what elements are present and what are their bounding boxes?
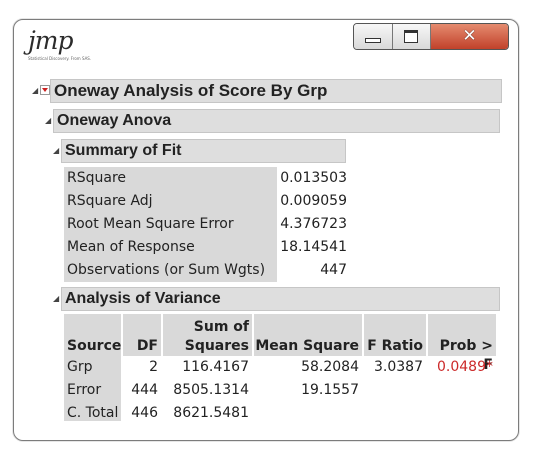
f-header-cell: F Ratio bbox=[364, 314, 426, 356]
source-cell: C. Total bbox=[67, 405, 119, 421]
fit-label: RSquare Adj bbox=[64, 190, 277, 213]
source-column: Source Grp Error C. Total bbox=[64, 314, 121, 421]
table-row: Mean of Response 18.14541 bbox=[64, 236, 350, 259]
df-header: DF bbox=[136, 338, 158, 354]
summary-title: Summary of Fit bbox=[65, 142, 182, 159]
table-row: RSquare Adj 0.009059 bbox=[64, 190, 350, 213]
report-title: Oneway Analysis of Score By Grp bbox=[54, 81, 328, 100]
maximize-icon bbox=[404, 30, 419, 43]
fit-label: Mean of Response bbox=[64, 236, 277, 259]
table-row: Observations (or Sum Wgts) 447 bbox=[64, 259, 350, 282]
close-icon: ✕ bbox=[462, 26, 477, 46]
ms-cell: 19.1557 bbox=[301, 382, 359, 398]
ss-header-cell: Sum of Squares bbox=[163, 314, 252, 356]
ss-header-line1: Sum of bbox=[193, 319, 249, 335]
ss-cell: 8621.5481 bbox=[173, 405, 249, 421]
df-header-cell: DF bbox=[123, 314, 161, 356]
jmp-logo: jmp Statistical Discovery. From SAS. bbox=[28, 26, 91, 66]
fit-value: 0.013503 bbox=[280, 170, 347, 186]
disclosure-icon[interactable]: ◢ bbox=[53, 146, 59, 155]
fit-label: RSquare bbox=[64, 167, 277, 190]
ss-cell: 8505.1314 bbox=[173, 382, 249, 398]
disclosure-icon[interactable]: ◢ bbox=[53, 294, 59, 303]
title-bar: jmp Statistical Discovery. From SAS. ✕ bbox=[14, 20, 518, 78]
logo-text: jmp bbox=[28, 26, 73, 55]
ss-cell: 116.4167 bbox=[182, 359, 249, 375]
anova-title: Oneway Anova bbox=[57, 112, 172, 129]
oneway-analysis-header[interactable]: Oneway Analysis of Score By Grp bbox=[50, 79, 502, 103]
minimize-button[interactable] bbox=[354, 24, 393, 49]
ms-header-cell: Mean Square bbox=[254, 314, 362, 356]
disclosure-icon[interactable]: ◢ bbox=[32, 86, 38, 95]
analysis-of-variance-header[interactable]: Analysis of Variance bbox=[61, 287, 500, 311]
df-cell: 446 bbox=[131, 405, 158, 421]
source-header: Source bbox=[67, 338, 122, 354]
p-value-cell: 0.0489* bbox=[437, 359, 493, 375]
fit-label: Root Mean Square Error bbox=[64, 213, 277, 236]
fit-value: 447 bbox=[320, 262, 347, 278]
source-cell: Grp bbox=[67, 359, 93, 375]
ms-cell: 58.2084 bbox=[301, 359, 359, 375]
red-triangle-menu-icon[interactable] bbox=[40, 85, 50, 95]
f-cell: 3.0387 bbox=[374, 359, 423, 375]
window-controls: ✕ bbox=[353, 23, 509, 50]
p-header-cell: Prob > F bbox=[428, 314, 496, 373]
df-cell: 444 bbox=[131, 382, 158, 398]
f-header: F Ratio bbox=[367, 338, 423, 354]
fit-value: 18.14541 bbox=[280, 239, 347, 255]
variance-title: Analysis of Variance bbox=[65, 290, 221, 307]
disclosure-icon[interactable]: ◢ bbox=[45, 116, 51, 125]
fit-value: 0.009059 bbox=[280, 193, 347, 209]
maximize-button[interactable] bbox=[392, 24, 431, 49]
close-button[interactable]: ✕ bbox=[431, 24, 508, 49]
fit-value: 4.376723 bbox=[280, 216, 347, 232]
ss-header-line2: Squares bbox=[184, 338, 249, 354]
minimize-icon bbox=[364, 38, 381, 43]
df-cell: 2 bbox=[149, 359, 158, 375]
summary-of-fit-header[interactable]: Summary of Fit bbox=[61, 139, 346, 163]
logo-tagline: Statistical Discovery. From SAS. bbox=[28, 56, 92, 61]
oneway-anova-header[interactable]: Oneway Anova bbox=[53, 109, 500, 133]
table-row: Root Mean Square Error 4.376723 bbox=[64, 213, 350, 236]
table-row: RSquare 0.013503 bbox=[64, 167, 350, 190]
ms-header: Mean Square bbox=[255, 338, 359, 354]
fit-label: Observations (or Sum Wgts) bbox=[64, 259, 277, 282]
source-cell: Error bbox=[67, 382, 102, 398]
